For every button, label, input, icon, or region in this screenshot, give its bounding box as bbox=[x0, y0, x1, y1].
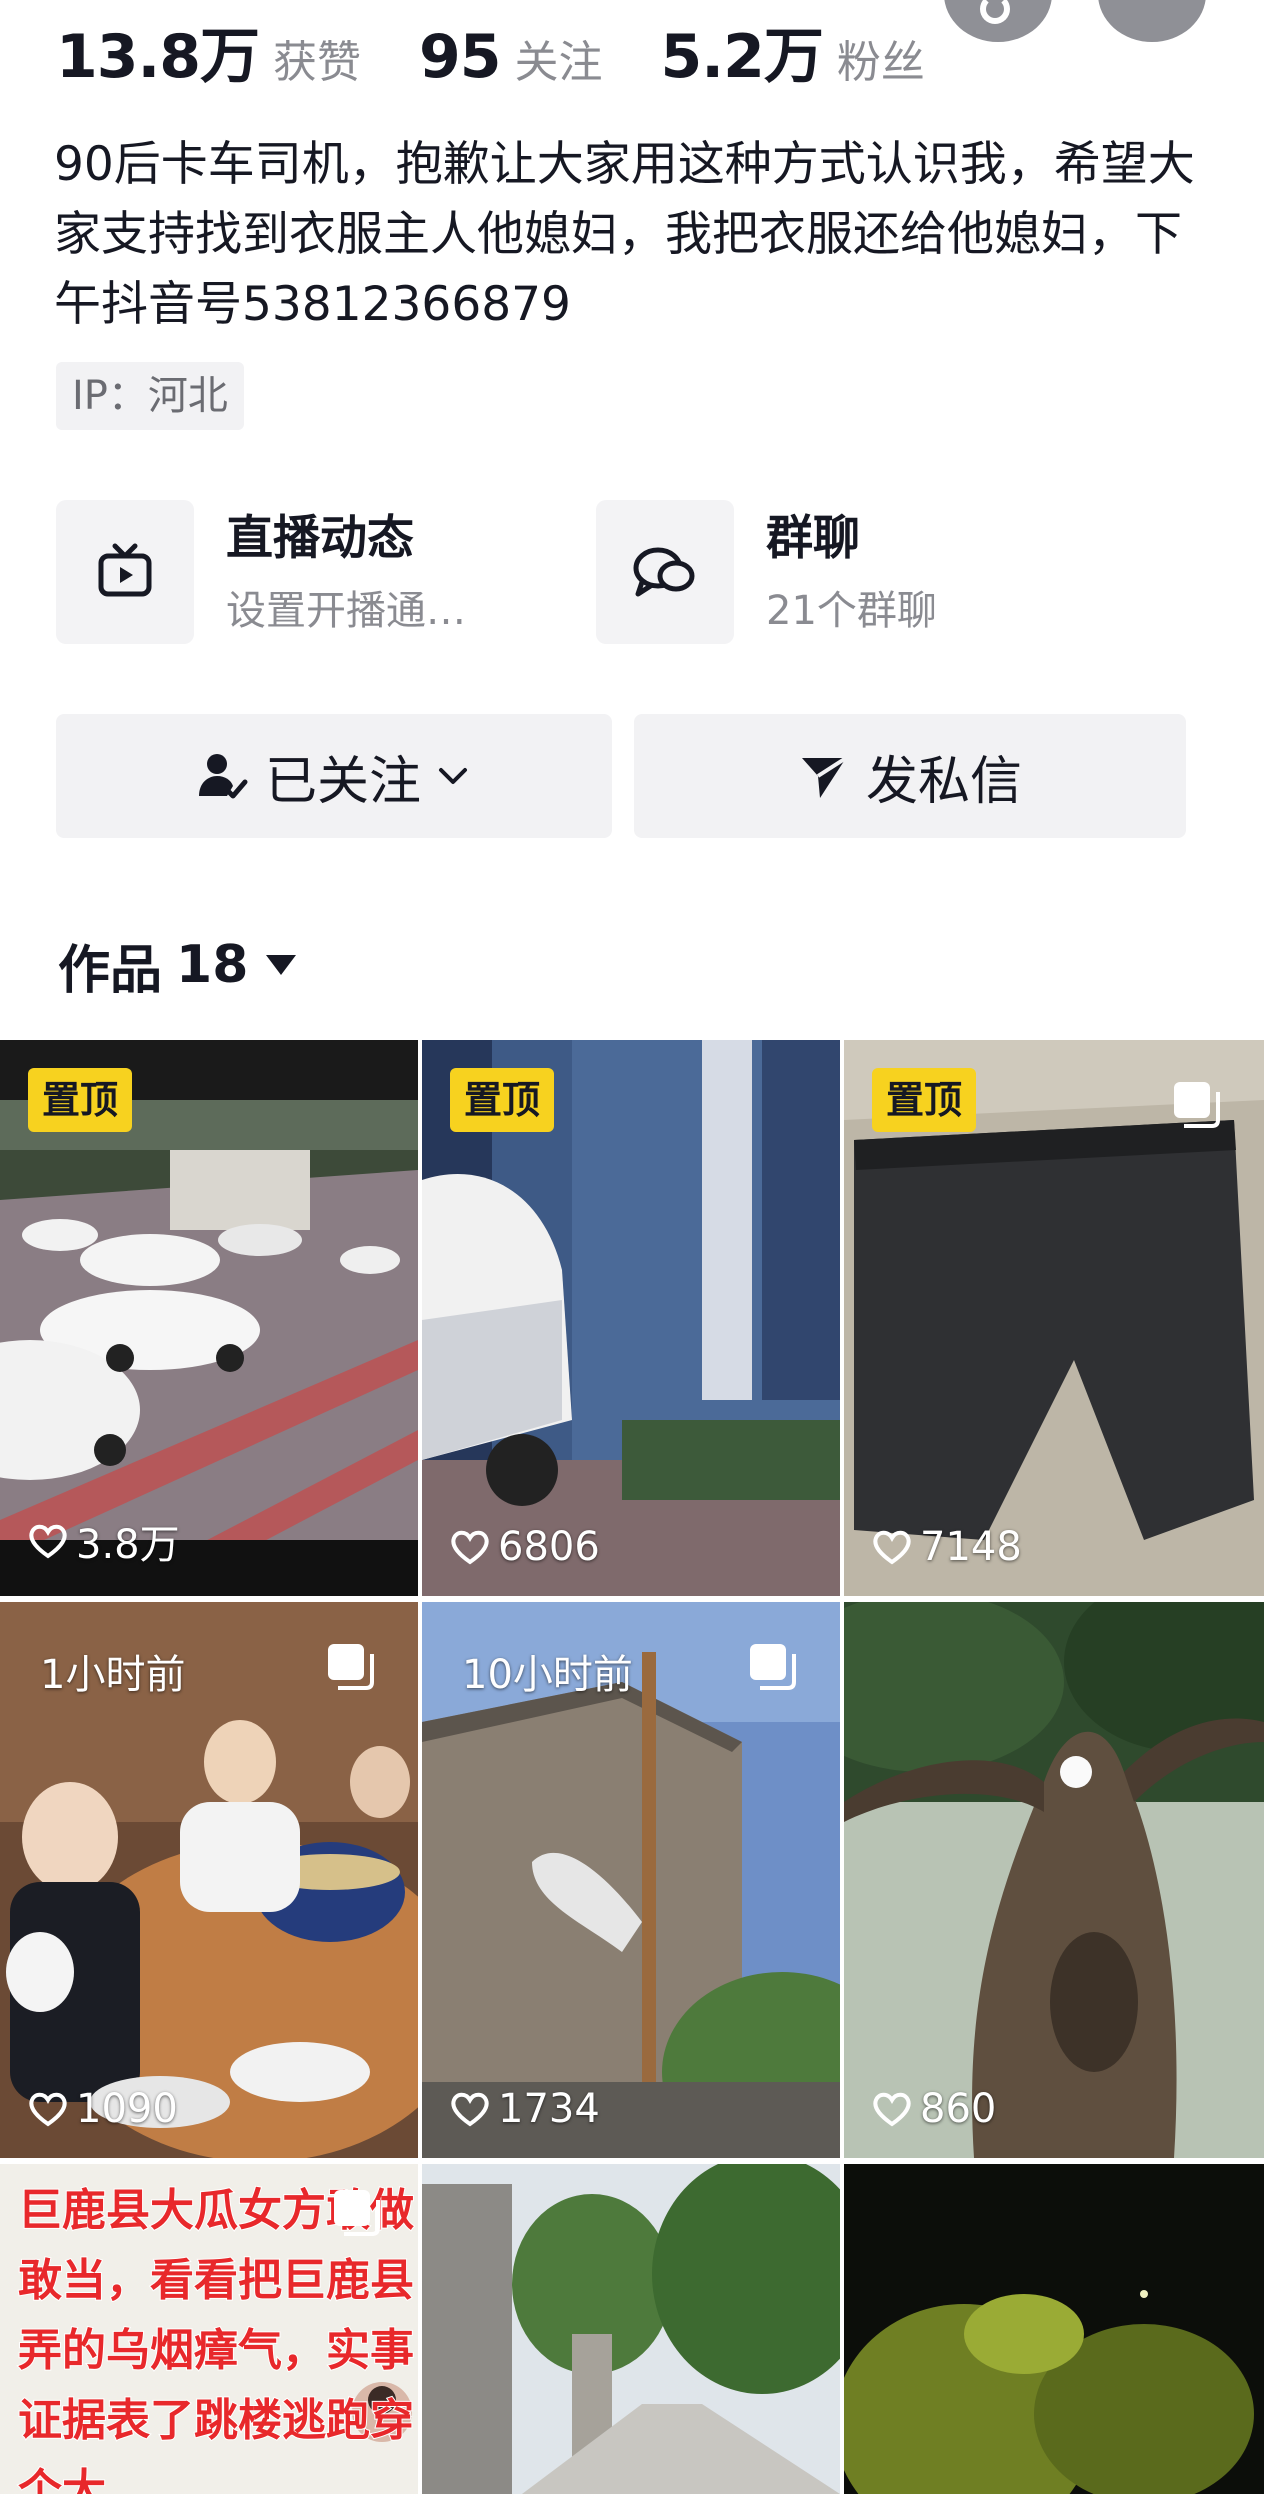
followed-user-icon bbox=[198, 754, 248, 799]
tab-works-label: 作品 bbox=[58, 940, 163, 1001]
like-count: 860 bbox=[872, 2086, 996, 2132]
like-count-value: 1734 bbox=[498, 2086, 600, 2132]
like-count-value: 860 bbox=[920, 2086, 997, 2132]
profile-bio: 90后卡车司机，抱歉让大家用这种方式认识我，希望大家支持找到衣服主人他媳妇，我把… bbox=[54, 137, 1195, 332]
video-tile[interactable]: 1小时前 1090 bbox=[0, 1602, 418, 2158]
following-button[interactable]: 已关注 bbox=[56, 714, 612, 838]
caret-down-icon bbox=[266, 955, 297, 975]
chevron-down-icon bbox=[439, 768, 467, 784]
heart-icon bbox=[29, 2092, 67, 2127]
like-count-value: 7148 bbox=[920, 1524, 1022, 1570]
pinned-badge: 置顶 bbox=[450, 1068, 555, 1132]
group-chat-subtitle: 21个群聊 bbox=[766, 588, 937, 634]
video-grid: 置顶 3.8万 置顶 6806 置顶 7148 1小时前 1090 10小时前 … bbox=[0, 1040, 1264, 2494]
heart-icon bbox=[29, 1524, 67, 1559]
heart-icon bbox=[451, 1530, 489, 1565]
chat-bubble-icon bbox=[596, 500, 734, 644]
like-count: 3.8万 bbox=[28, 1512, 180, 1570]
stat-following-label: 关注 bbox=[514, 37, 603, 88]
stat-likes[interactable]: 13.8万 获赞 bbox=[56, 8, 361, 95]
pinned-badge: 置顶 bbox=[872, 1068, 977, 1132]
live-updates-subtitle: 设置开播通… bbox=[226, 588, 466, 634]
video-tile[interactable] bbox=[422, 2164, 840, 2494]
heart-icon bbox=[873, 1530, 911, 1565]
like-count: 1734 bbox=[450, 2086, 600, 2132]
more-button[interactable] bbox=[1098, 0, 1206, 42]
stat-likes-number: 13.8万 bbox=[56, 22, 260, 92]
profile-stats: 13.8万 获赞 95 关注 5.2万 粉丝 bbox=[56, 8, 983, 98]
heart-icon bbox=[451, 2092, 489, 2127]
stat-following-number: 95 bbox=[419, 22, 501, 92]
tv-icon bbox=[56, 500, 194, 644]
video-thumbnail bbox=[422, 2164, 840, 2494]
video-tile[interactable]: 10小时前 1734 bbox=[422, 1602, 840, 2158]
stat-followers-label: 粉丝 bbox=[836, 37, 925, 88]
group-chat-title: 群聊 bbox=[766, 511, 860, 566]
stat-likes-label: 获赞 bbox=[273, 37, 362, 88]
send-icon bbox=[801, 756, 848, 798]
video-thumbnail bbox=[844, 2164, 1264, 2494]
post-time: 10小时前 bbox=[462, 1652, 633, 1698]
multi-image-icon bbox=[326, 1642, 378, 1698]
video-tile[interactable]: 巨鹿县大瓜女方敢做敢当，看看把巨鹿县弄的乌烟瘴气，实事证据表了跳楼逃跑穿个大 bbox=[0, 2164, 418, 2494]
multi-image-icon bbox=[332, 2188, 384, 2244]
multi-image-icon bbox=[748, 1642, 800, 1698]
video-tile[interactable]: 置顶 3.8万 bbox=[0, 1040, 418, 1596]
live-updates-card[interactable]: 直播动态 设置开播通… bbox=[56, 500, 466, 644]
like-count-value: 3.8万 bbox=[76, 1522, 180, 1568]
like-count: 6806 bbox=[450, 1524, 600, 1570]
stat-following[interactable]: 95 关注 bbox=[419, 22, 603, 92]
like-count: 1090 bbox=[28, 2086, 178, 2132]
post-time: 1小时前 bbox=[40, 1652, 186, 1698]
video-thumbnail bbox=[844, 1602, 1264, 2158]
video-tile[interactable] bbox=[844, 2164, 1264, 2494]
group-chat-card[interactable]: 群聊 21个群聊 bbox=[596, 500, 937, 644]
like-count-value: 1090 bbox=[76, 2086, 178, 2132]
video-tile[interactable]: 置顶 6806 bbox=[422, 1040, 840, 1596]
video-tile[interactable]: 860 bbox=[844, 1602, 1264, 2158]
video-tile[interactable]: 置顶 7148 bbox=[844, 1040, 1264, 1596]
search-icon bbox=[980, 0, 1010, 24]
multi-image-icon bbox=[1172, 1080, 1224, 1136]
tab-works[interactable]: 作品 18 bbox=[58, 930, 298, 1001]
send-message-button[interactable]: 发私信 bbox=[634, 714, 1186, 838]
like-count: 7148 bbox=[872, 1524, 1022, 1570]
following-label: 已关注 bbox=[264, 751, 421, 812]
like-count-value: 6806 bbox=[498, 1524, 600, 1570]
stat-followers-number: 5.2万 bbox=[660, 22, 824, 92]
pinned-badge: 置顶 bbox=[28, 1068, 133, 1132]
heart-icon bbox=[873, 2092, 911, 2127]
live-updates-title: 直播动态 bbox=[226, 511, 414, 566]
ip-location-tag: IP：河北 bbox=[56, 362, 244, 430]
stat-followers[interactable]: 5.2万 粉丝 bbox=[661, 8, 925, 95]
tab-works-count: 18 bbox=[176, 935, 249, 995]
send-message-label: 发私信 bbox=[865, 751, 1022, 812]
